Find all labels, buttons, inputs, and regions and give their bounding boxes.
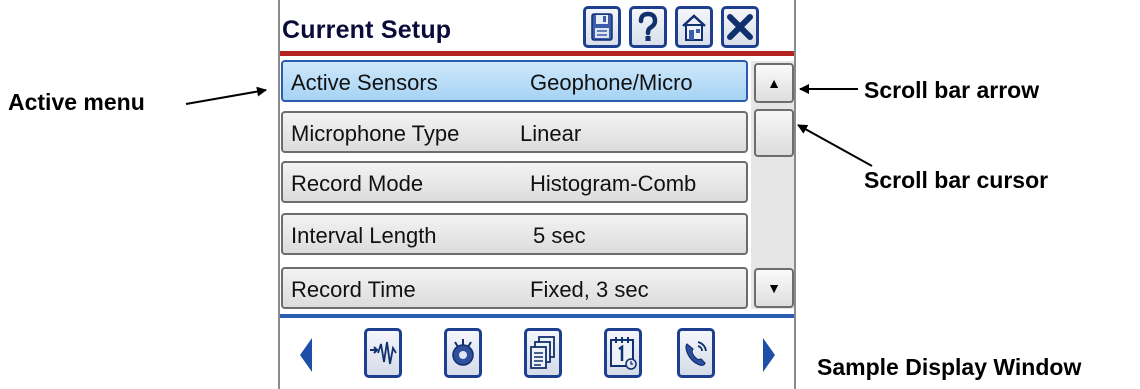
annotation-arrows bbox=[185, 84, 873, 167]
scroll-cursor-pointer bbox=[797, 124, 873, 167]
active-menu-arrow bbox=[185, 86, 267, 105]
